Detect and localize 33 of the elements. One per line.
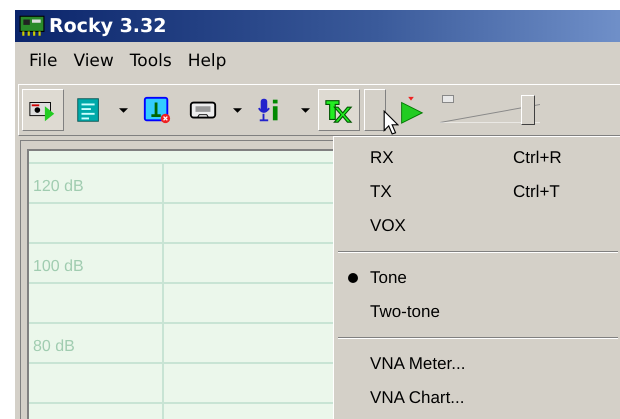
menu-item[interactable]: VNA Chart...	[336, 381, 620, 415]
slider-thumb[interactable]	[520, 95, 535, 125]
toolbar-button[interactable]	[22, 89, 64, 131]
circuit-board-icon	[19, 14, 45, 38]
menu-item-label: VOX	[370, 216, 407, 236]
caret-icon	[300, 108, 310, 112]
caret-icon	[232, 108, 242, 112]
menu-item[interactable]: TX Ctrl+T	[336, 175, 620, 209]
scale-label: 100 dB	[33, 258, 84, 276]
menu-item[interactable]: Tone	[336, 261, 620, 295]
menu-item-label: VNA Chart...	[370, 388, 466, 408]
menu-item[interactable]: VOX	[336, 209, 620, 243]
menu-item[interactable]: Two-tone	[336, 295, 620, 329]
shortcut-label: Ctrl+R	[513, 148, 562, 168]
menu-item[interactable]: File	[21, 49, 66, 73]
menu-item-label: TX	[370, 182, 393, 202]
menu-item[interactable]: VNA Meter...	[336, 347, 620, 381]
shortcut-label: Ctrl+T	[513, 182, 560, 202]
menu-item[interactable]: View	[65, 49, 122, 73]
menu-item[interactable]: RX Ctrl+R	[336, 141, 620, 175]
menu-item-label: RX	[370, 148, 395, 168]
scale-label: 80 dB	[33, 338, 75, 356]
caret-icon	[118, 108, 128, 112]
menu-item-label: VNA Meter...	[370, 354, 466, 374]
window-title: Rocky 3.32	[49, 15, 166, 37]
menu-item[interactable]: Help	[180, 49, 234, 73]
menu-item[interactable]: Tools	[122, 49, 180, 73]
slider-tick	[442, 95, 454, 103]
split-button[interactable]	[364, 89, 386, 131]
toolbar-button[interactable]	[318, 89, 360, 131]
menu-item-label: Tone	[370, 268, 408, 288]
menu-item-label: Two-tone	[370, 302, 441, 322]
scale-label: 120 dB	[33, 178, 84, 196]
